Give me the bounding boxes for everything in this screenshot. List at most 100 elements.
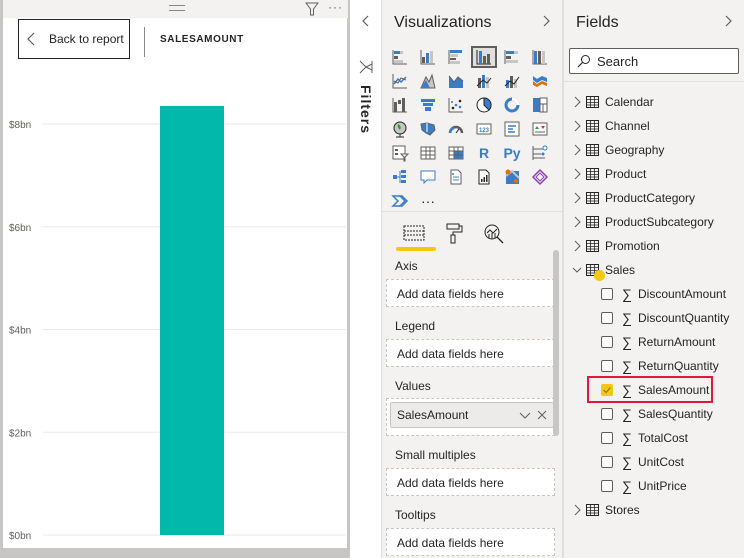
sigma-icon: ∑: [622, 454, 632, 470]
table-icon: [586, 192, 599, 204]
axis-drop-zone[interactable]: Add data fields here: [386, 279, 555, 307]
expand-chevron-icon[interactable]: [572, 216, 582, 228]
horizontal-scrollbar[interactable]: [2, 548, 346, 558]
field-checkbox[interactable]: [601, 288, 613, 300]
field-table-productsubcategory[interactable]: ProductSubcategory: [564, 210, 744, 234]
area-chart-icon[interactable]: [415, 70, 441, 92]
field-table-promotion[interactable]: Promotion: [564, 234, 744, 258]
100-stacked-bar-chart-icon[interactable]: [499, 46, 525, 68]
line-and-stacked-column-chart-icon[interactable]: [471, 70, 497, 92]
values-drop-zone[interactable]: SalesAmount: [386, 398, 555, 436]
field-checkbox[interactable]: [601, 432, 613, 444]
ribbon-chart-icon[interactable]: [527, 70, 553, 92]
paginated-report-icon[interactable]: [471, 166, 497, 188]
filled-map-icon[interactable]: [415, 118, 441, 140]
field-table-channel[interactable]: Channel: [564, 114, 744, 138]
decomposition-tree-icon[interactable]: [387, 166, 413, 188]
multi-row-card-icon[interactable]: [499, 118, 525, 140]
field-checkbox[interactable]: [601, 456, 613, 468]
clustered-column-chart-icon[interactable]: [471, 46, 497, 68]
bar-salesamount[interactable]: [160, 106, 224, 536]
line-and-clustered-column-chart-icon[interactable]: [499, 70, 525, 92]
legend-drop-zone[interactable]: Add data fields here: [386, 339, 555, 367]
field-item-totalcost[interactable]: ∑ TotalCost: [564, 426, 744, 450]
table-icon: [586, 504, 599, 516]
table-icon[interactable]: [415, 142, 441, 164]
expand-chevron-icon[interactable]: [572, 144, 582, 156]
filters-pane-collapsed[interactable]: Filters: [349, 0, 382, 558]
stacked-column-chart-icon[interactable]: [415, 46, 441, 68]
field-item-discountamount[interactable]: ∑ DiscountAmount: [564, 282, 744, 306]
field-table-productcategory[interactable]: ProductCategory: [564, 186, 744, 210]
scatter-chart-icon[interactable]: [443, 94, 469, 116]
clustered-bar-chart-icon[interactable]: [443, 46, 469, 68]
q-and-a-icon[interactable]: [415, 166, 441, 188]
key-influencers-icon[interactable]: [527, 142, 553, 164]
y-tick-label: $6bn: [9, 223, 31, 234]
collapse-visualizations-chevron-icon[interactable]: [540, 14, 552, 28]
power-automate-icon[interactable]: [387, 190, 413, 212]
expand-chevron-icon[interactable]: [572, 504, 582, 516]
remove-field-icon[interactable]: [536, 409, 548, 421]
chevron-down-icon[interactable]: [519, 409, 531, 421]
expand-chevron-icon[interactable]: [572, 120, 582, 132]
gauge-icon[interactable]: [443, 118, 469, 140]
stacked-bar-chart-icon[interactable]: [387, 46, 413, 68]
small-multiples-drop-zone[interactable]: Add data fields here: [386, 468, 555, 496]
collapse-fields-chevron-icon[interactable]: [722, 14, 734, 28]
values-field-pill[interactable]: SalesAmount: [390, 402, 554, 428]
active-tab-indicator: [396, 247, 436, 251]
field-item-unitprice[interactable]: ∑ UnitPrice: [564, 474, 744, 498]
expand-chevron-icon[interactable]: [572, 96, 582, 108]
tooltips-drop-zone[interactable]: Add data fields here: [386, 528, 555, 556]
r-visual-icon[interactable]: R: [471, 142, 497, 164]
field-item-salesquantity[interactable]: ∑ SalesQuantity: [564, 402, 744, 426]
field-checkbox[interactable]: [601, 360, 613, 372]
map-icon[interactable]: [387, 118, 413, 140]
expand-chevron-icon[interactable]: [572, 240, 582, 252]
smart-narrative-icon[interactable]: [443, 166, 469, 188]
field-checkbox[interactable]: [601, 408, 613, 420]
format-paint-roller-icon[interactable]: [442, 222, 466, 244]
fields-tab-icon[interactable]: [402, 222, 426, 244]
visualizations-scrollbar[interactable]: [553, 250, 559, 436]
kpi-icon[interactable]: [527, 118, 553, 140]
filters-label[interactable]: Filters: [358, 85, 374, 134]
field-item-unitcost[interactable]: ∑ UnitCost: [564, 450, 744, 474]
slicer-icon[interactable]: [387, 142, 413, 164]
field-checkbox[interactable]: [601, 336, 613, 348]
table-name: Promotion: [605, 239, 660, 253]
pie-chart-icon[interactable]: [471, 94, 497, 116]
expand-chevron-icon[interactable]: [572, 168, 582, 180]
arcgis-map-icon[interactable]: [499, 166, 525, 188]
sigma-icon: ∑: [622, 334, 632, 350]
field-table-product[interactable]: Product: [564, 162, 744, 186]
expand-filters-chevron-icon[interactable]: [360, 14, 372, 28]
field-item-discountquantity[interactable]: ∑ DiscountQuantity: [564, 306, 744, 330]
axis-well-label: Axis: [395, 259, 418, 273]
expand-chevron-icon[interactable]: [572, 192, 582, 204]
donut-chart-icon[interactable]: [499, 94, 525, 116]
field-table-geography[interactable]: Geography: [564, 138, 744, 162]
python-visual-icon[interactable]: Py: [499, 142, 525, 164]
100-stacked-column-chart-icon[interactable]: [527, 46, 553, 68]
funnel-chart-icon[interactable]: [415, 94, 441, 116]
fields-search-input[interactable]: Search: [569, 48, 739, 74]
stacked-area-chart-icon[interactable]: [443, 70, 469, 92]
field-table-sales[interactable]: Sales: [564, 258, 744, 282]
field-table-stores[interactable]: Stores: [564, 498, 744, 522]
field-table-calendar[interactable]: Calendar: [564, 90, 744, 114]
matrix-icon[interactable]: [443, 142, 469, 164]
field-checkbox[interactable]: [601, 480, 613, 492]
treemap-icon[interactable]: [527, 94, 553, 116]
line-chart-icon[interactable]: [387, 70, 413, 92]
more-visuals-icon[interactable]: ···: [415, 190, 441, 212]
field-item-returnamount[interactable]: ∑ ReturnAmount: [564, 330, 744, 354]
collapse-chevron-icon[interactable]: [572, 264, 582, 276]
waterfall-chart-icon[interactable]: [387, 94, 413, 116]
power-apps-icon[interactable]: [527, 166, 553, 188]
analytics-magnifier-icon[interactable]: [482, 222, 506, 244]
card-icon[interactable]: 123: [471, 118, 497, 140]
field-item-returnquantity[interactable]: ∑ ReturnQuantity: [564, 354, 744, 378]
field-checkbox[interactable]: [601, 312, 613, 324]
